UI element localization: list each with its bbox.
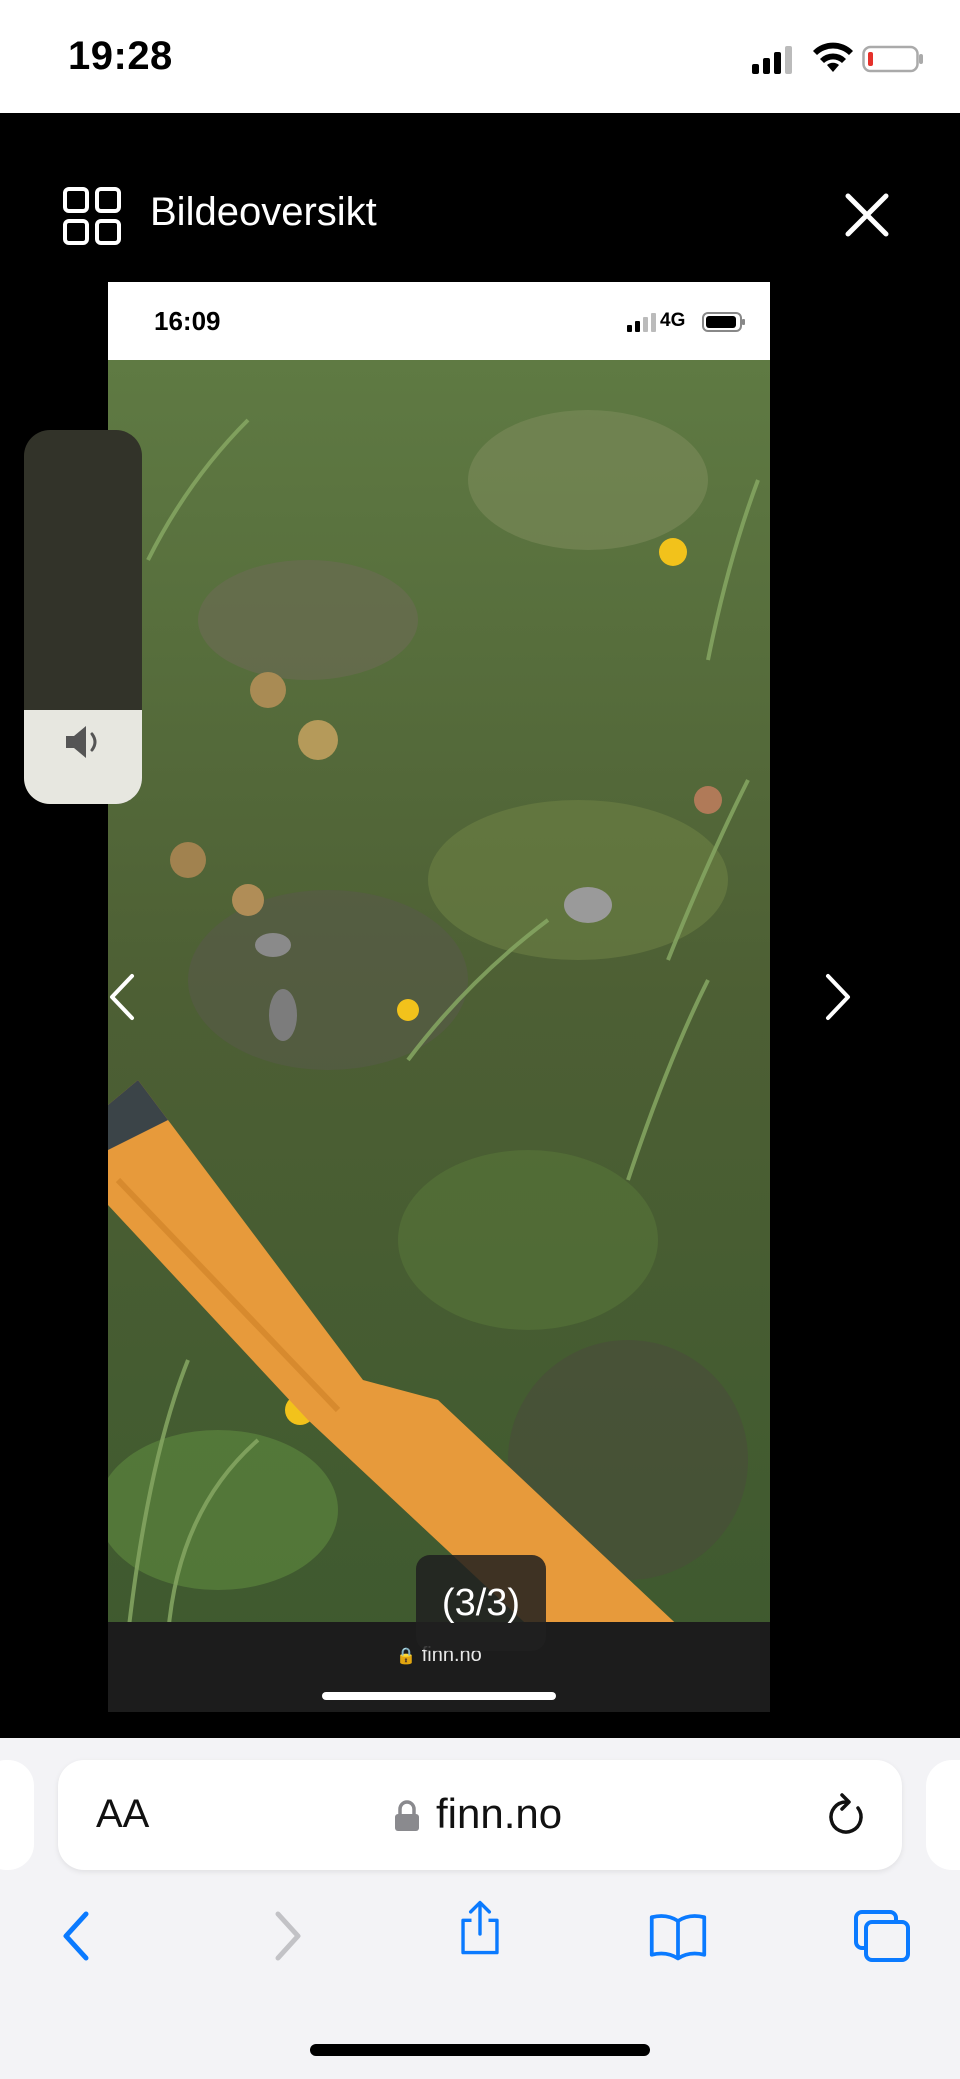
wifi-icon [813,42,853,72]
reload-icon[interactable] [824,1792,868,1838]
image-network-label: 4G [660,310,686,331]
image-status-time: 16:09 [154,306,221,336]
image-home-indicator [322,1692,556,1700]
battery-icon [862,45,923,73]
previous-tab-preview[interactable] [0,1760,34,1870]
reader-options-button[interactable]: AA [96,1792,149,1837]
address-url[interactable]: finn.no [436,1790,562,1838]
share-icon[interactable] [450,1900,510,1956]
next-tab-preview[interactable] [926,1760,960,1870]
viewer-title[interactable]: Bildeoversikt [150,190,377,235]
cellular-signal-icon [752,46,792,74]
grid-overview-icon[interactable] [62,186,122,246]
speaker-icon [66,726,97,758]
forward-icon[interactable] [252,1908,312,1964]
close-icon[interactable] [842,190,892,240]
previous-image-icon[interactable] [104,972,140,1022]
next-image-icon[interactable] [820,972,856,1022]
back-icon[interactable] [52,1908,112,1964]
volume-indicator [24,430,142,804]
image-signal-icon [627,313,656,332]
grass-photo [108,360,770,1635]
gallery-image[interactable]: 16:09 4G 🔒 finn.no [108,282,770,1712]
status-time: 19:28 [68,34,173,78]
lock-icon [395,1800,419,1831]
home-indicator [310,2044,650,2056]
image-battery-icon [702,312,745,332]
image-counter: (3/3) [416,1555,546,1651]
bookmarks-icon[interactable] [648,1908,708,1964]
tabs-icon[interactable] [852,1908,912,1964]
